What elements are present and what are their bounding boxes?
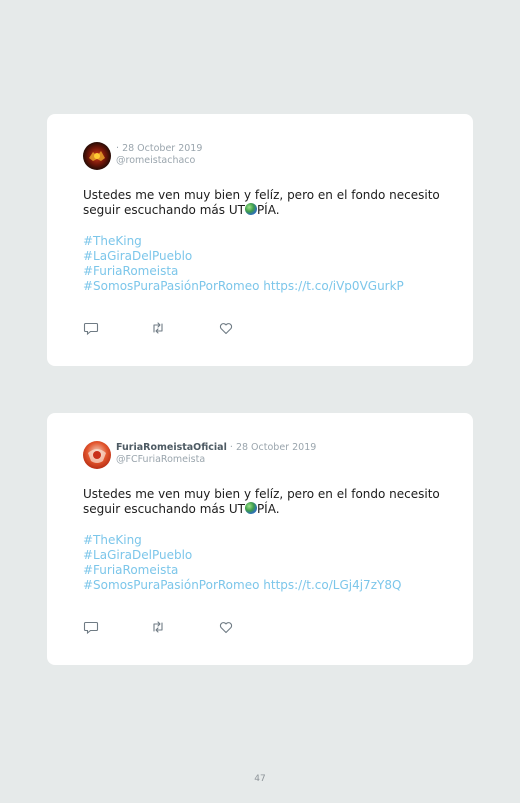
hashtag-url-line[interactable]: #SomosPuraPasiónPorRomeo https://t.co/LG… (83, 578, 463, 593)
tweet-card: · 28 October 2019 @romeistachaco Ustedes… (47, 114, 473, 366)
hashtag-link[interactable]: #FuriaRomeista (83, 264, 463, 279)
tweet-header: · 28 October 2019 @romeistachaco (116, 143, 202, 167)
tweet-card: FuriaRomeistaOficial · 28 October 2019 @… (47, 413, 473, 665)
separator: · (116, 143, 120, 154)
reply-icon[interactable] (83, 619, 99, 635)
avatar[interactable] (83, 142, 111, 170)
hashtag-link[interactable]: #TheKing (83, 234, 463, 249)
globe-emoji-icon (244, 203, 257, 215)
page-number: 47 (254, 774, 266, 784)
heart-icon[interactable] (218, 320, 234, 336)
heart-icon[interactable] (218, 619, 234, 635)
tweet-text-line: Ustedes me ven muy bien y felíz, pero en… (83, 487, 440, 501)
tweet-text: Ustedes me ven muy bien y felíz, pero en… (83, 487, 453, 517)
tweet-text-fragment: PÍA. (256, 502, 280, 516)
tweet-text-line: Ustedes me ven muy bien y felíz, pero en… (83, 188, 440, 202)
hashtag-link[interactable]: #LaGiraDelPueblo (83, 548, 463, 563)
tweet-date[interactable]: 28 October 2019 (122, 143, 202, 154)
tweet-text-fragment: seguir escuchando más UT (83, 502, 245, 516)
display-name[interactable]: FuriaRomeistaOficial (116, 442, 227, 453)
retweet-icon[interactable] (150, 320, 166, 336)
tweet-text-fragment: PÍA. (256, 203, 280, 217)
tweet-text-fragment: seguir escuchando más UT (83, 203, 245, 217)
globe-emoji-icon (244, 502, 257, 514)
hashtag-link[interactable]: #LaGiraDelPueblo (83, 249, 463, 264)
tweet-text-line: seguir escuchando más UT PÍA. (83, 502, 453, 517)
hashtag-link[interactable]: #FuriaRomeista (83, 563, 463, 578)
hashtag-list: #TheKing #LaGiraDelPueblo #FuriaRomeista… (83, 533, 463, 593)
user-handle[interactable]: @romeistachaco (116, 155, 202, 167)
retweet-icon[interactable] (150, 619, 166, 635)
user-handle[interactable]: @FCFuriaRomeista (116, 454, 316, 466)
hashtag-list: #TheKing #LaGiraDelPueblo #FuriaRomeista… (83, 234, 463, 294)
tweet-header: FuriaRomeistaOficial · 28 October 2019 @… (116, 442, 316, 466)
hashtag-link[interactable]: #TheKing (83, 533, 463, 548)
reply-icon[interactable] (83, 320, 99, 336)
avatar[interactable] (83, 441, 111, 469)
tweet-text: Ustedes me ven muy bien y felíz, pero en… (83, 188, 453, 218)
separator: · (229, 442, 233, 453)
tweet-date[interactable]: 28 October 2019 (236, 442, 316, 453)
tweet-text-line: seguir escuchando más UT PÍA. (83, 203, 453, 218)
hashtag-url-line[interactable]: #SomosPuraPasiónPorRomeo https://t.co/iV… (83, 279, 463, 294)
